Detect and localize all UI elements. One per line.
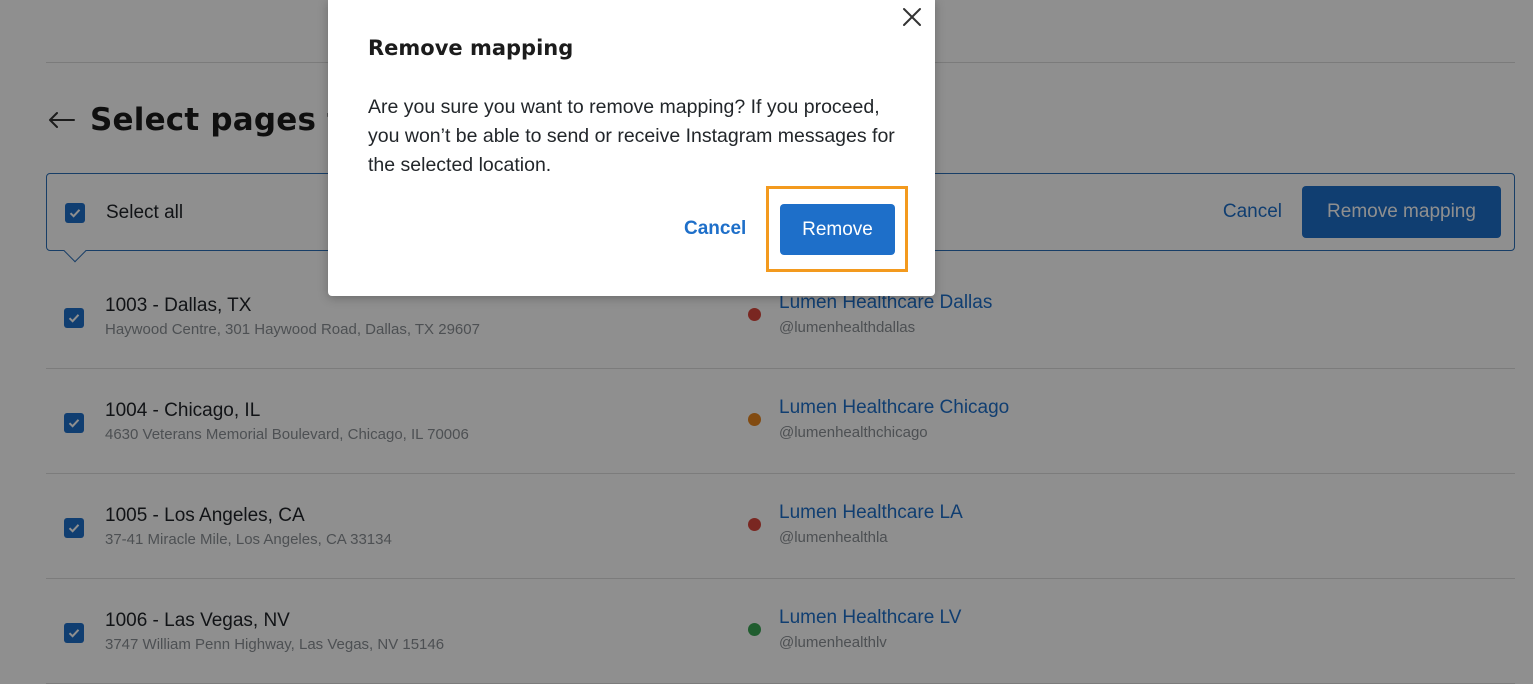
remove-mapping-dialog: Remove mapping Are you sure you want to … [328,0,935,296]
dialog-title: Remove mapping [368,36,574,60]
dialog-cancel-button[interactable]: Cancel [684,218,746,240]
dialog-message: Are you sure you want to remove mapping?… [368,96,895,176]
close-icon[interactable] [901,6,923,28]
dialog-remove-button[interactable]: Remove [780,204,895,255]
